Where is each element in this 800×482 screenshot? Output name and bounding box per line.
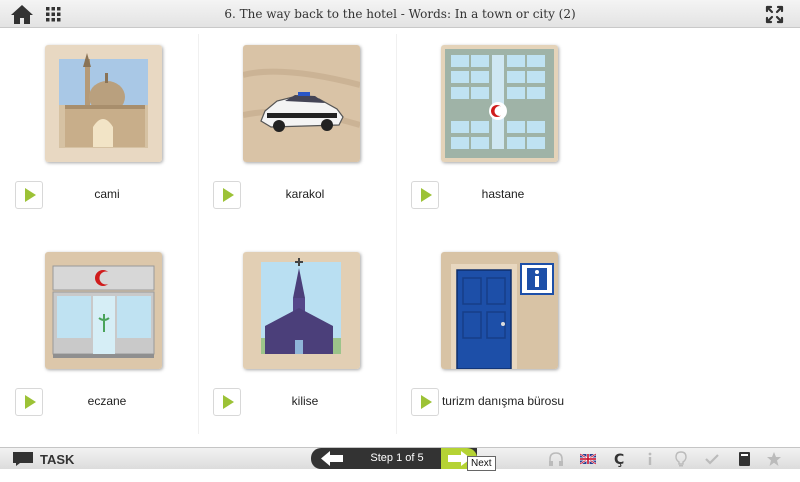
word-card-karakol: karakol	[210, 33, 400, 231]
word-label: turizm danışma bürosu	[441, 394, 565, 408]
page-title: 6. The way back to the hotel - Words: In…	[224, 7, 576, 21]
top-bar: 6. The way back to the hotel - Words: In…	[0, 0, 800, 28]
svg-text:Ç: Ç	[614, 452, 624, 467]
mosque-image[interactable]	[45, 45, 162, 162]
special-characters-icon[interactable]: Ç	[611, 451, 627, 467]
next-tooltip: Next	[467, 456, 496, 471]
tourist-info-image[interactable]	[441, 252, 558, 369]
step-navigator: Step 1 of 5	[311, 448, 477, 469]
task-label: TASK	[40, 451, 75, 467]
word-label: kilise	[291, 394, 319, 408]
word-card-kilise: kilise	[210, 240, 400, 438]
word-card-turizm-danisma-burosu: turizm danışma bürosu	[408, 240, 598, 438]
word-label: eczane	[87, 394, 127, 408]
word-card-cami: cami	[12, 33, 202, 231]
check-icon	[705, 454, 719, 465]
word-label: cami	[94, 187, 120, 201]
word-label: hastane	[481, 187, 525, 201]
hospital-image[interactable]	[441, 45, 558, 162]
step-indicator: Step 1 of 5	[370, 452, 424, 464]
church-image[interactable]	[243, 252, 360, 369]
pharmacy-image[interactable]	[45, 252, 162, 369]
fullscreen-icon[interactable]	[765, 5, 784, 24]
task-button[interactable]: TASK	[12, 450, 74, 468]
previous-arrow-icon[interactable]	[319, 450, 347, 467]
speech-bubble-icon	[13, 452, 33, 466]
headphones-icon	[549, 452, 563, 466]
word-card-eczane: eczane	[12, 240, 202, 438]
word-label: karakol	[285, 187, 325, 201]
bottom-toolbar: TASK Step 1 of 5 Ç	[0, 447, 800, 469]
info-icon	[648, 452, 652, 465]
star-icon	[767, 452, 781, 466]
english-flag-icon[interactable]	[580, 451, 596, 467]
hint-lightbulb-icon	[675, 451, 687, 467]
police-car-image[interactable]	[243, 45, 360, 162]
notebook-icon[interactable]	[736, 451, 752, 467]
word-card-hastane: hastane	[408, 33, 598, 231]
